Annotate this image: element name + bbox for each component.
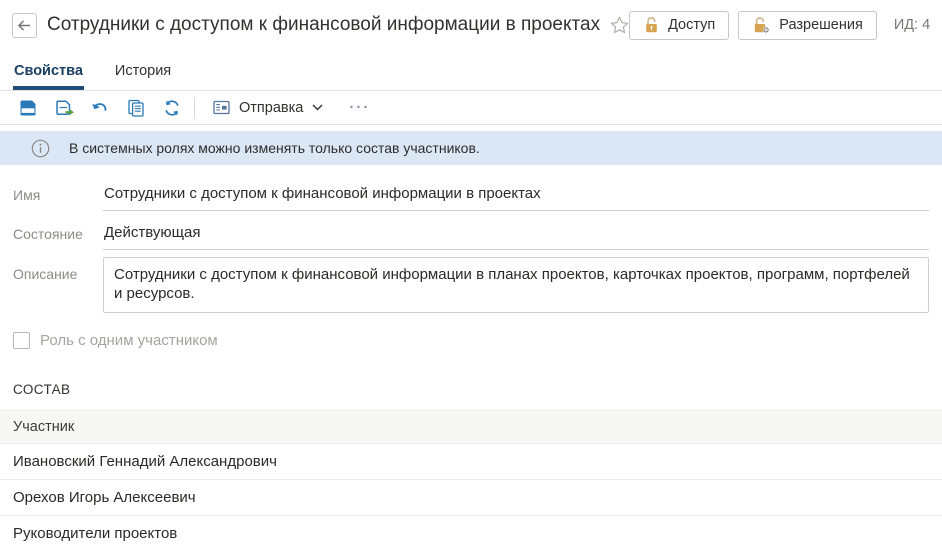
single-member-label: Роль с одним участником [40,332,218,349]
info-banner: В системных ролях можно изменять только … [0,131,942,165]
state-field-label: Состояние [13,224,103,242]
permissions-button[interactable]: Разрешения [738,11,877,40]
description-field-label: Описание [13,257,103,282]
send-button-label: Отправка [239,100,303,116]
toolbar-separator [194,97,195,119]
name-field-label: Имя [13,185,103,203]
back-button[interactable] [12,13,37,38]
state-input[interactable]: Действующая [103,224,929,250]
save-and-create-button[interactable] [46,94,82,121]
description-textarea[interactable]: Сотрудники с доступом к финансовой инфор… [103,257,929,313]
chevron-down-icon [312,104,323,111]
lock-icon [643,16,660,34]
single-member-checkbox[interactable] [13,332,30,349]
members-table: Участник Ивановский Геннадий Александров… [0,410,942,545]
members-column-header: Участник [0,410,942,444]
send-form-icon [213,100,230,115]
send-button[interactable]: Отправка [203,94,333,121]
undo-icon [90,98,110,118]
table-row[interactable]: Руководители проектов [0,516,942,545]
favorite-star-icon[interactable] [610,16,629,34]
save-and-create-icon [54,98,75,118]
table-row[interactable]: Орехов Игорь Алексеевич [0,480,942,516]
refresh-icon [162,98,182,118]
name-input[interactable]: Сотрудники с доступом к финансовой инфор… [103,185,929,211]
copy-button[interactable] [118,94,154,121]
lock-gear-icon [752,16,771,34]
tab-bar: Свойства История [0,50,942,91]
save-button[interactable] [10,94,46,121]
single-member-row: Роль с одним участником [13,332,929,349]
properties-form: Имя Сотрудники с доступом к финансовой и… [0,185,942,313]
permissions-button-label: Разрешения [779,17,863,33]
access-button[interactable]: Доступ [629,11,729,40]
info-icon [31,139,50,158]
members-section-title: СОСТАВ [13,382,929,397]
refresh-button[interactable] [154,94,190,121]
more-actions-button[interactable]: ··· [349,99,370,116]
back-arrow-icon [17,19,32,32]
undo-button[interactable] [82,94,118,121]
header-actions: Доступ Разрешения ИД: 4 [629,11,930,40]
toolbar: Отправка ··· [0,91,942,125]
save-icon [18,98,38,118]
record-id-badge: ИД: 4 [894,17,930,33]
banner-message: В системных ролях можно изменять только … [69,140,480,156]
table-row[interactable]: Ивановский Геннадий Александрович [0,444,942,480]
page-header: Сотрудники с доступом к финансовой инфор… [0,0,942,50]
copy-icon [126,98,146,118]
tab-properties[interactable]: Свойства [13,56,84,90]
tab-history[interactable]: История [114,56,172,90]
access-button-label: Доступ [668,17,715,33]
page-title: Сотрудники с доступом к финансовой инфор… [47,14,600,36]
